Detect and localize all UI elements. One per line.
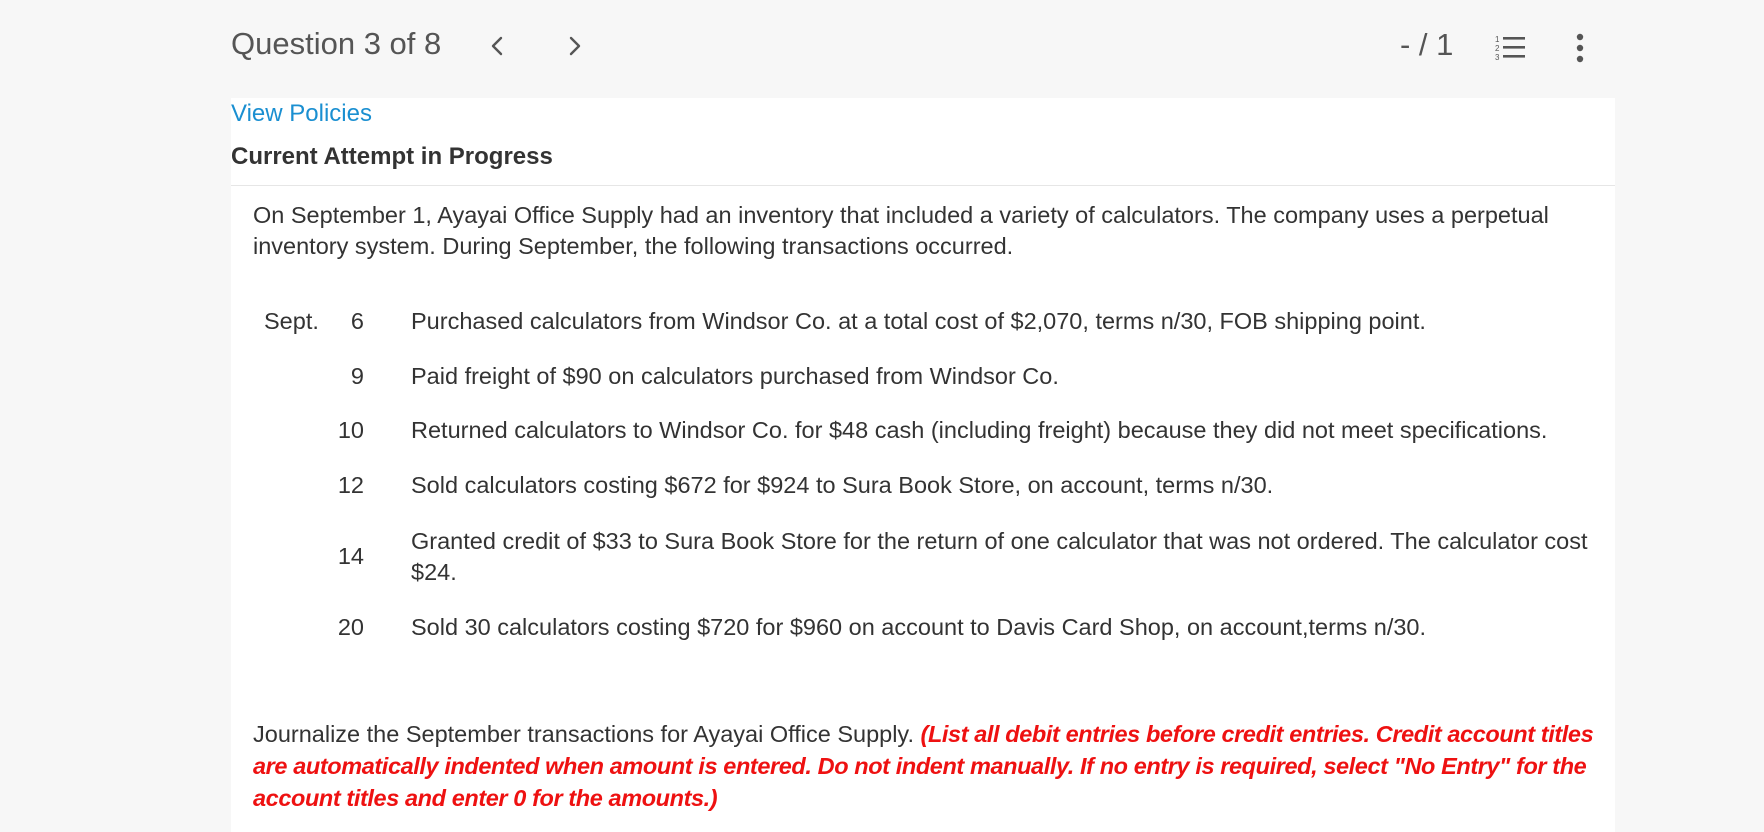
more-options-button[interactable] [1570,33,1590,63]
transaction-day: 12 [337,472,364,498]
score-display: - / 1 [1400,27,1454,62]
transaction-description: Returned calculators to Windsor Co. for … [411,417,1548,443]
numbered-list-icon: 1 2 3 [1495,35,1525,62]
transaction-day: 9 [350,363,364,389]
transaction-description: Purchased calculators from Windsor Co. a… [411,308,1426,334]
svg-text:1: 1 [1495,35,1500,44]
vertical-dots-icon [1576,33,1584,63]
svg-text:3: 3 [1495,53,1500,62]
journal-prompt: Journalize the September transactions fo… [253,718,1603,814]
attempt-heading: Current Attempt in Progress [231,143,553,170]
question-header: Question 3 of 8 - / 1 1 2 3 [0,0,1764,98]
transaction-description: Granted credit of $33 to Sura Book Store… [411,528,1588,585]
divider [231,185,1615,186]
question-intro: On September 1, Ayayai Office Supply had… [253,202,1549,259]
previous-question-button[interactable] [478,26,518,66]
transaction-description: Sold 30 calculators costing $720 for $96… [411,614,1427,640]
transaction-description: Sold calculators costing $672 for $924 t… [411,472,1274,498]
transaction-day: 6 [350,308,364,334]
svg-text:2: 2 [1495,44,1500,53]
next-question-button[interactable] [554,26,594,66]
view-policies-link[interactable]: View Policies [231,100,372,128]
transaction-day: 20 [337,614,364,640]
chevron-right-icon [569,36,581,56]
transaction-month: Sept. [264,308,319,334]
transaction-day: 10 [337,417,364,443]
question-list-button[interactable]: 1 2 3 [1494,33,1528,63]
transaction-day: 14 [337,543,364,569]
question-counter: Question 3 of 8 [231,26,442,61]
transaction-description: Paid freight of $90 on calculators purch… [411,363,1059,389]
journal-question: Journalize the September transactions fo… [253,721,914,747]
chevron-left-icon [491,36,503,56]
